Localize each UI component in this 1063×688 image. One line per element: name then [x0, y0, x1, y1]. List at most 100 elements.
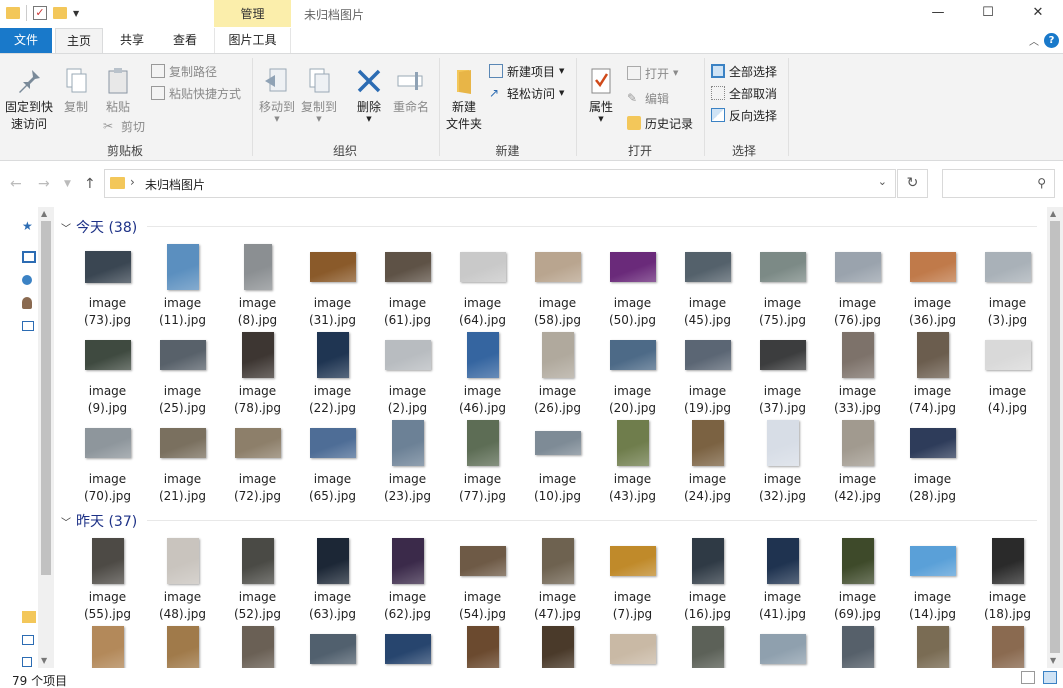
cut-button[interactable]: ✂ 剪切 — [103, 117, 145, 135]
file-item[interactable]: image (25).jpg — [146, 329, 219, 417]
tab-manage-context[interactable]: 管理 — [214, 0, 291, 27]
file-item[interactable]: image (50).jpg — [596, 241, 669, 329]
scrollbar-thumb[interactable] — [1050, 221, 1060, 653]
file-item[interactable]: image (55).jpg — [71, 535, 144, 623]
collapse-ribbon-icon[interactable]: ︿ — [1029, 33, 1039, 48]
paste-button[interactable]: 粘贴 — [100, 66, 136, 116]
breadcrumb-chevron-icon[interactable]: › — [130, 175, 135, 189]
scroll-down-icon[interactable]: ▼ — [1050, 656, 1056, 665]
file-item[interactable]: image (20).jpg — [596, 329, 669, 417]
address-bar[interactable]: › 未归档图片 ⌄ — [104, 169, 896, 198]
maximize-button[interactable]: ☐ — [963, 0, 1013, 26]
quick-access-star-icon[interactable]: ★ — [22, 219, 36, 233]
move-to-button[interactable]: 移动到 ▼ — [256, 66, 298, 123]
paste-shortcut-button[interactable]: 粘贴快捷方式 — [151, 84, 241, 102]
tab-home[interactable]: 主页 — [55, 28, 103, 54]
file-item[interactable]: image (21).jpg — [146, 417, 219, 505]
file-item[interactable]: image (18).jpg — [971, 535, 1044, 623]
back-arrow-icon[interactable]: ← — [10, 176, 22, 192]
drive-icon[interactable] — [22, 657, 32, 667]
navigation-scrollbar[interactable]: ▲ ▼ — [38, 207, 54, 668]
tab-view[interactable]: 查看 — [161, 28, 209, 53]
scroll-down-icon[interactable]: ▼ — [41, 656, 47, 665]
new-folder-icon[interactable] — [53, 7, 67, 19]
content-scrollbar[interactable]: ▲ ▼ — [1047, 207, 1063, 668]
file-item[interactable]: image (77).jpg — [446, 417, 519, 505]
folder-icon[interactable] — [22, 611, 36, 623]
invert-selection-button[interactable]: 反向选择 — [711, 106, 777, 124]
file-item[interactable]: image (52).jpg — [221, 535, 294, 623]
history-button[interactable]: 历史记录 — [627, 114, 693, 132]
file-item[interactable] — [71, 623, 144, 668]
file-item[interactable]: image (9).jpg — [71, 329, 144, 417]
file-item[interactable]: image (16).jpg — [671, 535, 744, 623]
file-item[interactable]: image (45).jpg — [671, 241, 744, 329]
help-icon[interactable]: ? — [1044, 33, 1059, 48]
copy-path-button[interactable]: 复制路径 — [151, 62, 217, 80]
file-item[interactable] — [371, 623, 444, 668]
user-icon[interactable] — [22, 297, 32, 309]
file-item[interactable]: image (62).jpg — [371, 535, 444, 623]
file-item[interactable] — [596, 623, 669, 668]
file-item[interactable]: image (75).jpg — [746, 241, 819, 329]
file-item[interactable]: image (11).jpg — [146, 241, 219, 329]
tab-file[interactable]: 文件 — [0, 28, 52, 53]
pin-quick-access-button[interactable]: 固定到快 速访问 — [2, 66, 56, 133]
file-item[interactable]: image (74).jpg — [896, 329, 969, 417]
new-item-button[interactable]: 新建项目 ▼ — [489, 62, 564, 80]
file-item[interactable]: image (32).jpg — [746, 417, 819, 505]
search-input[interactable]: ⚲ — [942, 169, 1055, 198]
group-header[interactable]: ﹀ 今天 (38) — [61, 217, 137, 237]
file-item[interactable]: image (7).jpg — [596, 535, 669, 623]
file-item[interactable]: image (24).jpg — [671, 417, 744, 505]
properties-icon[interactable]: ✓ — [33, 6, 47, 20]
file-item[interactable]: image (36).jpg — [896, 241, 969, 329]
file-item[interactable]: image (23).jpg — [371, 417, 444, 505]
properties-button[interactable]: 属性 ▼ — [582, 66, 620, 123]
onedrive-icon[interactable] — [22, 275, 32, 285]
file-item[interactable] — [446, 623, 519, 668]
scroll-up-icon[interactable]: ▲ — [1050, 209, 1056, 218]
file-item[interactable]: image (78).jpg — [221, 329, 294, 417]
file-item[interactable]: image (33).jpg — [821, 329, 894, 417]
file-item[interactable] — [746, 623, 819, 668]
file-item[interactable]: image (19).jpg — [671, 329, 744, 417]
file-item[interactable] — [521, 623, 594, 668]
edit-button[interactable]: ✎ 编辑 — [627, 89, 669, 107]
file-item[interactable]: image (63).jpg — [296, 535, 369, 623]
refresh-button[interactable]: ↻ — [897, 169, 928, 198]
large-icons-view-icon[interactable] — [1043, 671, 1057, 684]
file-item[interactable] — [146, 623, 219, 668]
file-item[interactable]: image (37).jpg — [746, 329, 819, 417]
file-item[interactable]: image (8).jpg — [221, 241, 294, 329]
easy-access-button[interactable]: ↗ 轻松访问 ▼ — [489, 84, 564, 102]
desktop-icon[interactable] — [22, 251, 36, 263]
file-item[interactable]: image (76).jpg — [821, 241, 894, 329]
copy-button[interactable]: 复制 — [58, 66, 94, 116]
file-item[interactable]: image (70).jpg — [71, 417, 144, 505]
network-icon[interactable] — [22, 635, 34, 645]
collapse-chevron-icon[interactable]: ﹀ — [61, 514, 71, 529]
select-all-button[interactable]: 全部选择 — [711, 62, 777, 80]
file-item[interactable] — [896, 623, 969, 668]
file-item[interactable]: image (41).jpg — [746, 535, 819, 623]
forward-arrow-icon[interactable]: → — [38, 176, 50, 192]
file-item[interactable]: image (65).jpg — [296, 417, 369, 505]
collapse-chevron-icon[interactable]: ﹀ — [61, 220, 71, 235]
breadcrumb-current[interactable]: 未归档图片 — [145, 176, 205, 193]
file-item[interactable]: image (48).jpg — [146, 535, 219, 623]
recent-locations-icon[interactable]: ▼ — [64, 179, 71, 189]
copy-to-button[interactable]: 复制到 ▼ — [298, 66, 340, 123]
new-folder-button[interactable]: 新建 文件夹 — [442, 66, 486, 133]
delete-button[interactable]: 删除 ▼ — [348, 66, 390, 123]
file-item[interactable]: image (73).jpg — [71, 241, 144, 329]
rename-button[interactable]: 重命名 — [390, 66, 432, 116]
file-item[interactable]: image (10).jpg — [521, 417, 594, 505]
file-item[interactable] — [821, 623, 894, 668]
file-item[interactable]: image (22).jpg — [296, 329, 369, 417]
scrollbar-thumb[interactable] — [41, 221, 51, 575]
file-item[interactable]: image (61).jpg — [371, 241, 444, 329]
file-item[interactable]: image (26).jpg — [521, 329, 594, 417]
file-item[interactable]: image (47).jpg — [521, 535, 594, 623]
file-item[interactable]: image (2).jpg — [371, 329, 444, 417]
